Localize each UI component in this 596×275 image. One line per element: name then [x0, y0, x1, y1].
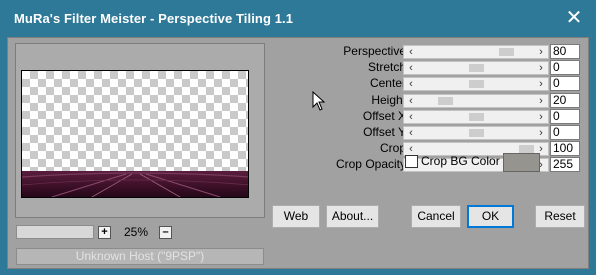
reset-button[interactable]: Reset: [535, 205, 585, 228]
crop-bg-color-checkbox[interactable]: [405, 155, 418, 168]
slider-left-arrow-icon[interactable]: ‹: [405, 78, 417, 90]
slider-right-arrow-icon[interactable]: ›: [535, 78, 547, 90]
preview-canvas[interactable]: [21, 70, 249, 198]
slider-label: Crop Opacity: [335, 157, 406, 171]
slider-left-arrow-icon[interactable]: ‹: [405, 46, 417, 58]
slider-label: Stretch: [367, 60, 406, 74]
slider-value-field[interactable]: 0: [550, 109, 580, 124]
slider-right-arrow-icon[interactable]: ›: [535, 95, 547, 107]
slider-track[interactable]: ‹›: [403, 45, 549, 59]
slider-left-arrow-icon[interactable]: ‹: [405, 111, 417, 123]
mouse-pointer-icon: [312, 91, 326, 111]
tiled-road-preview: [22, 171, 248, 197]
slider-label: Center: [369, 76, 406, 90]
slider-left-arrow-icon[interactable]: ‹: [405, 127, 417, 139]
slider-thumb[interactable]: [438, 97, 453, 105]
slider-value-field[interactable]: 0: [550, 76, 580, 91]
slider-label: Offset X: [362, 109, 406, 123]
slider-thumb[interactable]: [499, 48, 514, 56]
slider-right-arrow-icon[interactable]: ›: [535, 62, 547, 74]
slider-thumb[interactable]: [469, 80, 484, 88]
title-bar[interactable]: MuRa's Filter Meister - Perspective Tili…: [0, 0, 596, 38]
slider-thumb[interactable]: [469, 129, 484, 137]
about-button[interactable]: About...: [326, 205, 379, 228]
zoom-in-button[interactable]: +: [98, 226, 111, 239]
crop-bg-color-label: Crop BG Color: [421, 154, 500, 168]
slider-label: Crop: [379, 141, 406, 155]
web-button[interactable]: Web: [272, 205, 320, 228]
slider-value-field[interactable]: 255: [550, 157, 580, 172]
slider-label: Perspective: [343, 44, 406, 58]
window-title: MuRa's Filter Meister - Perspective Tili…: [14, 11, 294, 26]
zoom-level: 25%: [123, 225, 149, 239]
slider-value-field[interactable]: 20: [550, 93, 580, 108]
slider-left-arrow-icon[interactable]: ‹: [405, 62, 417, 74]
slider-label: Offset Y: [363, 125, 406, 139]
slider-value-field[interactable]: 80: [550, 44, 580, 59]
close-button[interactable]: ✕: [562, 8, 586, 30]
slider-track[interactable]: ‹›: [403, 110, 549, 124]
zoom-out-button[interactable]: –: [159, 226, 172, 239]
slider-value-field[interactable]: 100: [550, 141, 580, 156]
host-status: Unknown Host ("9PSP"): [16, 248, 264, 265]
slider-value-field[interactable]: 0: [550, 125, 580, 140]
slider-value-field[interactable]: 0: [550, 60, 580, 75]
zoom-track[interactable]: [16, 225, 94, 239]
road-lines-icon: [22, 172, 248, 197]
ok-button[interactable]: OK: [467, 205, 514, 228]
filter-dialog-window: MuRa's Filter Meister - Perspective Tili…: [0, 0, 596, 275]
slider-track[interactable]: ‹›: [403, 77, 549, 91]
slider-track[interactable]: ‹›: [403, 126, 549, 140]
slider-right-arrow-icon[interactable]: ›: [535, 127, 547, 139]
slider-left-arrow-icon[interactable]: ‹: [405, 95, 417, 107]
slider-left-arrow-icon[interactable]: ‹: [405, 143, 417, 155]
slider-thumb[interactable]: [469, 64, 484, 72]
slider-thumb[interactable]: [519, 145, 534, 153]
slider-track[interactable]: ‹›: [403, 61, 549, 75]
crop-bg-color-swatch[interactable]: [503, 153, 540, 172]
slider-right-arrow-icon[interactable]: ›: [535, 46, 547, 58]
slider-thumb[interactable]: [469, 113, 484, 121]
cancel-button[interactable]: Cancel: [411, 205, 461, 228]
slider-track[interactable]: ‹›: [403, 94, 549, 108]
slider-right-arrow-icon[interactable]: ›: [535, 111, 547, 123]
